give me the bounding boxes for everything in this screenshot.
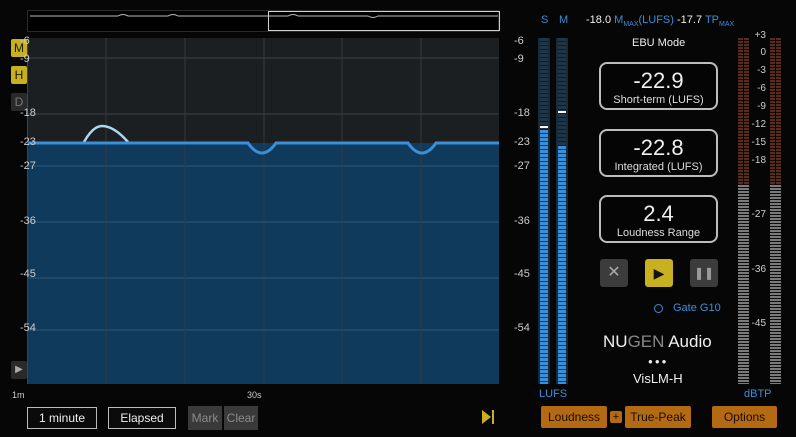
overview-selection[interactable] (268, 11, 500, 31)
brand-logo: NUGEN Audio (603, 332, 712, 352)
tp-scale-label: -12 (751, 119, 766, 130)
tp-scale-label: -6 (757, 83, 766, 94)
mark-button[interactable]: Mark (188, 406, 222, 430)
brand-nu: NU (603, 332, 628, 351)
m-meter-label: M (559, 14, 569, 26)
tp-label: TP (704, 14, 719, 26)
y-label-left: -6 (20, 35, 30, 47)
time-window-select[interactable]: 1 minute (27, 407, 97, 429)
short-term-value: -22.9 (633, 68, 684, 93)
loudness-range-label: Loudness Range (616, 227, 701, 239)
play-icon: ▶ (653, 265, 665, 281)
product-name: VisLM-H (633, 371, 683, 386)
tp-scale-label: -45 (751, 318, 766, 329)
integrated-readout: -22.8 Integrated (LUFS) (599, 129, 718, 177)
tp-scale-label: -15 (751, 137, 766, 148)
clear-button[interactable]: Clear (224, 406, 258, 430)
options-button[interactable]: Options (712, 406, 777, 428)
max-readout: -18.0 MMAX(LUFS) -17.7 TPMAX (586, 14, 734, 28)
short-term-meter (538, 38, 550, 384)
y-label-left: -9 (20, 53, 30, 65)
x-label-mid: 30s (247, 390, 262, 400)
true-peak-button[interactable]: True-Peak (625, 406, 691, 428)
gate-radio-icon[interactable] (654, 304, 663, 313)
m-max-sub: MAX (623, 21, 639, 29)
brand-dots-icon: ●●● (648, 357, 669, 366)
dbtp-label: dBTP (744, 388, 772, 400)
tp-scale-label: -27 (751, 209, 766, 220)
tp-scale-label: 0 (760, 47, 766, 58)
plus-toggle[interactable]: + (610, 411, 622, 423)
loudness-range-value: 2.4 (643, 201, 674, 226)
tp-scale-label: -18 (751, 155, 766, 166)
momentary-meter (556, 38, 568, 384)
x-label-start: 1m (12, 390, 25, 400)
integrated-label: Integrated (LUFS) (614, 161, 703, 173)
mode-h-button[interactable]: H (11, 66, 27, 84)
play-button[interactable]: ▶ (645, 259, 673, 287)
y-label-left: -18 (20, 107, 36, 119)
reset-button[interactable]: ✕ (600, 259, 628, 287)
lufs-label: LUFS (539, 388, 568, 400)
tp-scale-label: -9 (757, 101, 766, 112)
play-side-icon[interactable]: ▶ (11, 361, 27, 379)
true-peak-fill-right (770, 185, 781, 384)
pause-button[interactable]: ❚❚ (690, 259, 718, 287)
overview-timeline[interactable] (27, 10, 500, 32)
graph-canvas (28, 38, 499, 384)
integrated-value: -22.8 (633, 135, 684, 160)
m-max-label: M (614, 14, 624, 26)
brand-audio: Audio (664, 332, 712, 351)
y-label-left: -36 (20, 215, 36, 227)
tp-scale-label: -36 (751, 264, 766, 275)
y-label-left: -54 (20, 322, 36, 334)
pause-icon: ❚❚ (693, 266, 715, 280)
loudness-history-graph[interactable] (27, 38, 499, 384)
lufs-unit: (LUFS) (638, 14, 674, 26)
gate-label[interactable]: Gate G10 (673, 302, 721, 314)
tp-scale-label: -3 (757, 65, 766, 76)
short-term-readout: -22.9 Short-term (LUFS) (599, 62, 718, 110)
loudness-range-readout: 2.4 Loudness Range (599, 195, 718, 243)
tp-max-sub: MAX (719, 21, 735, 29)
y-label-left: -23 (20, 136, 36, 148)
time-mode-select[interactable]: Elapsed (108, 407, 176, 429)
close-icon: ✕ (607, 264, 621, 281)
y-label-left: -27 (20, 160, 36, 172)
s-meter-label: S (541, 14, 549, 26)
m-max-value: -18.0 (586, 14, 612, 26)
skip-to-end-icon[interactable] (480, 407, 496, 427)
loudness-button[interactable]: Loudness (541, 406, 607, 428)
y-label-left: -45 (20, 268, 36, 280)
short-term-label: Short-term (LUFS) (613, 94, 704, 106)
tp-scale-label: +3 (754, 30, 766, 41)
mode-title: EBU Mode (632, 37, 686, 49)
tp-max-value: -17.7 (677, 14, 703, 26)
brand-gen: GEN (627, 332, 665, 351)
